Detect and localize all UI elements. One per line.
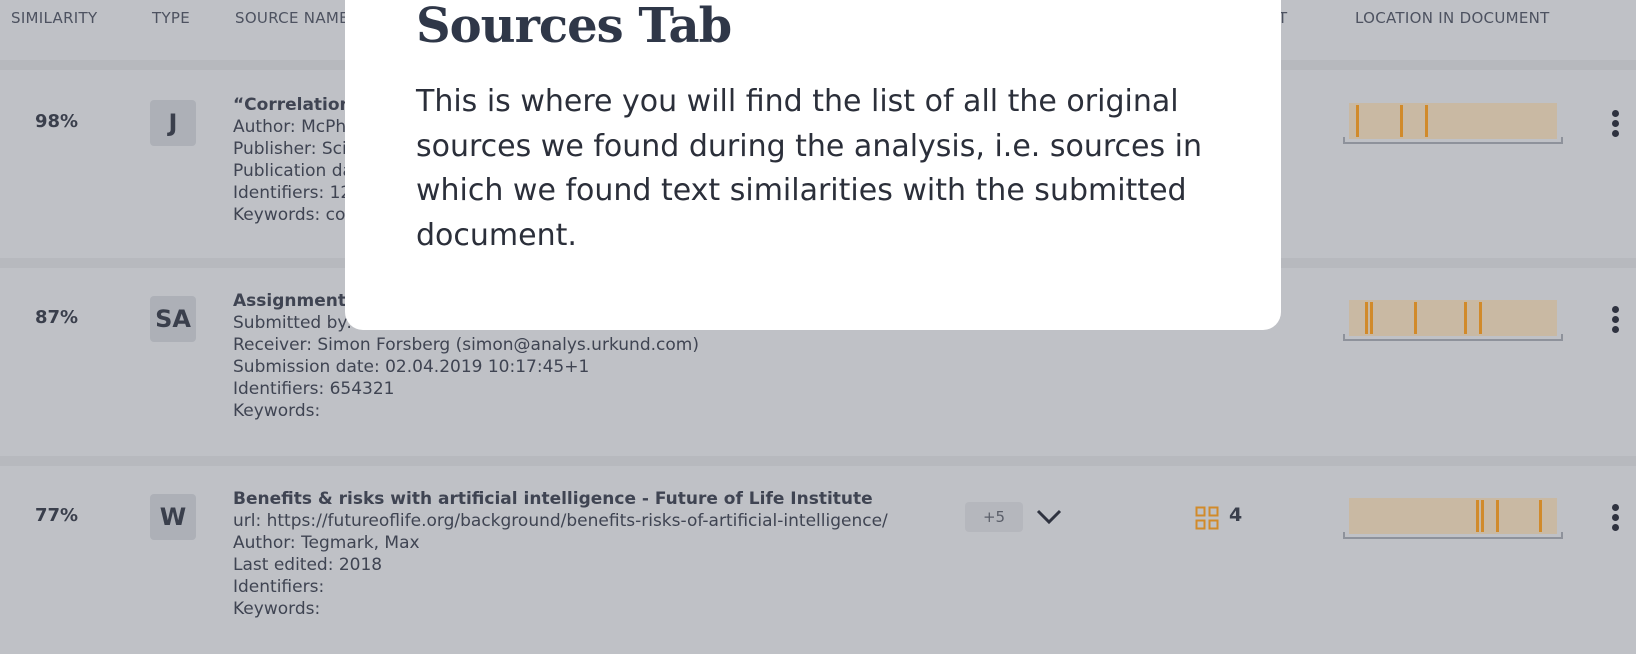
location-bar[interactable] — [1343, 103, 1563, 145]
location-marker[interactable] — [1496, 500, 1499, 532]
similarity-value: 87% — [35, 307, 79, 328]
tooltip-title: Sources Tab — [416, 0, 732, 54]
chevron-down-icon[interactable] — [1034, 506, 1064, 528]
more-vertical-icon[interactable] — [1612, 110, 1620, 140]
location-marker[interactable] — [1479, 302, 1482, 334]
similarity-value: 77% — [35, 505, 79, 526]
location-axis — [1343, 137, 1563, 144]
divider — [0, 456, 1636, 466]
similarity-value: 98% — [35, 111, 79, 132]
source-line: Last edited: 2018 — [233, 555, 383, 575]
location-marker[interactable] — [1425, 105, 1428, 137]
onboarding-tooltip-card: Sources Tab This is where you will find … — [345, 0, 1281, 330]
location-bar[interactable] — [1343, 498, 1563, 540]
fragment-count: 4 — [1229, 504, 1243, 526]
location-track — [1349, 498, 1557, 534]
location-axis — [1343, 532, 1563, 539]
location-bar[interactable] — [1343, 300, 1563, 342]
location-marker[interactable] — [1356, 105, 1359, 137]
location-track — [1349, 300, 1557, 336]
location-marker[interactable] — [1370, 302, 1373, 334]
location-marker[interactable] — [1481, 500, 1484, 532]
location-marker[interactable] — [1414, 302, 1417, 334]
source-line: Author: Tegmark, Max — [233, 533, 420, 553]
location-axis — [1343, 334, 1563, 341]
location-marker[interactable] — [1464, 302, 1467, 334]
location-track — [1349, 103, 1557, 139]
type-badge: W — [150, 494, 196, 540]
more-vertical-icon[interactable] — [1612, 306, 1620, 336]
source-url[interactable]: url: https://futureoflife.org/background… — [233, 510, 888, 532]
more-vertical-icon[interactable] — [1612, 504, 1620, 534]
location-marker[interactable] — [1476, 500, 1479, 532]
location-marker[interactable] — [1539, 500, 1542, 532]
col-type[interactable]: TYPE — [152, 9, 190, 27]
location-marker[interactable] — [1400, 105, 1403, 137]
source-details[interactable]: Benefits & risks with artificial intelli… — [233, 488, 888, 620]
source-line: Keywords: — [233, 599, 321, 619]
col-source-name[interactable]: SOURCE NAME — [235, 9, 349, 27]
fragments-grid-icon — [1195, 506, 1219, 530]
source-title[interactable]: Benefits & risks with artificial intelli… — [233, 488, 888, 510]
type-badge: SA — [150, 296, 196, 342]
col-similarity[interactable]: SIMILARITY — [11, 9, 97, 27]
tooltip-body: This is where you will find the list of … — [416, 84, 1203, 253]
source-line: Identifiers: 654321 — [233, 379, 395, 399]
col-location[interactable]: LOCATION IN DOCUMENT — [1355, 9, 1550, 27]
table-row[interactable]: 77% W Benefits & risks with artificial i… — [0, 466, 1636, 654]
location-marker[interactable] — [1365, 302, 1368, 334]
source-line: Receiver: Simon Forsberg (simon@analys.u… — [233, 335, 699, 355]
more-sources-badge[interactable]: +5 — [965, 502, 1023, 532]
source-line: Identifiers: — [233, 577, 325, 597]
source-line: Submission date: 02.04.2019 10:17:45+1 — [233, 357, 590, 377]
type-badge: J — [150, 100, 196, 146]
source-line: Keywords: — [233, 401, 321, 421]
